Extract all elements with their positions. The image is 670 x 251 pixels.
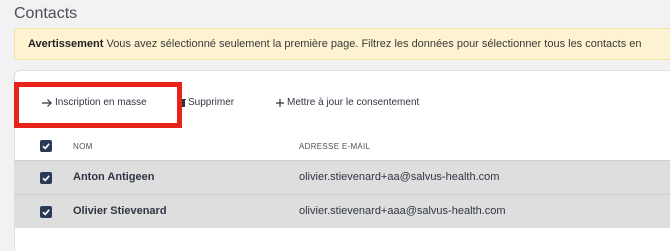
delete-button[interactable]: Supprimer — [180, 97, 234, 108]
column-header-name[interactable]: NOM — [73, 142, 93, 151]
contacts-table: NOM ADRESSE E-MAIL — [14, 135, 670, 159]
plus-icon — [275, 98, 285, 108]
bulk-actions-toolbar: Inscription en masse Supprimer Mettre à … — [15, 97, 670, 111]
trash-icon — [180, 98, 186, 108]
arrow-right-icon — [41, 98, 53, 108]
warning-label: Avertissement — [28, 38, 104, 50]
table-row[interactable]: Anton Antigeen olivier.stievenard+aa@sal… — [14, 160, 670, 194]
table-header: NOM ADRESSE E-MAIL — [14, 135, 670, 159]
row-checkbox[interactable] — [40, 172, 52, 184]
check-icon — [42, 175, 50, 182]
update-consent-button[interactable]: Mettre à jour le consentement — [275, 97, 419, 108]
contact-name[interactable]: Anton Antigeen — [73, 171, 154, 183]
contact-email: olivier.stievenard+aaa@salvus-health.com — [299, 205, 506, 217]
bulk-enroll-label: Inscription en masse — [55, 97, 147, 108]
delete-label: Supprimer — [188, 97, 235, 108]
check-icon — [42, 209, 50, 216]
check-icon — [42, 143, 50, 150]
contact-name[interactable]: Olivier Stievenard — [73, 205, 167, 217]
select-all-checkbox[interactable] — [40, 140, 52, 152]
update-consent-label: Mettre à jour le consentement — [287, 97, 420, 108]
column-header-email[interactable]: ADRESSE E-MAIL — [299, 142, 370, 151]
table-row[interactable]: Olivier Stievenard olivier.stievenard+aa… — [14, 194, 670, 228]
warning-message: Vous avez sélectionné seulement la premi… — [103, 38, 642, 50]
contact-email: olivier.stievenard+aa@salvus-health.com — [299, 171, 500, 183]
bulk-enroll-button[interactable]: Inscription en masse — [41, 97, 147, 108]
row-checkbox[interactable] — [40, 206, 52, 218]
warning-banner: Avertissement Vous avez sélectionné seul… — [14, 28, 670, 60]
page-title: Contacts — [14, 5, 78, 22]
